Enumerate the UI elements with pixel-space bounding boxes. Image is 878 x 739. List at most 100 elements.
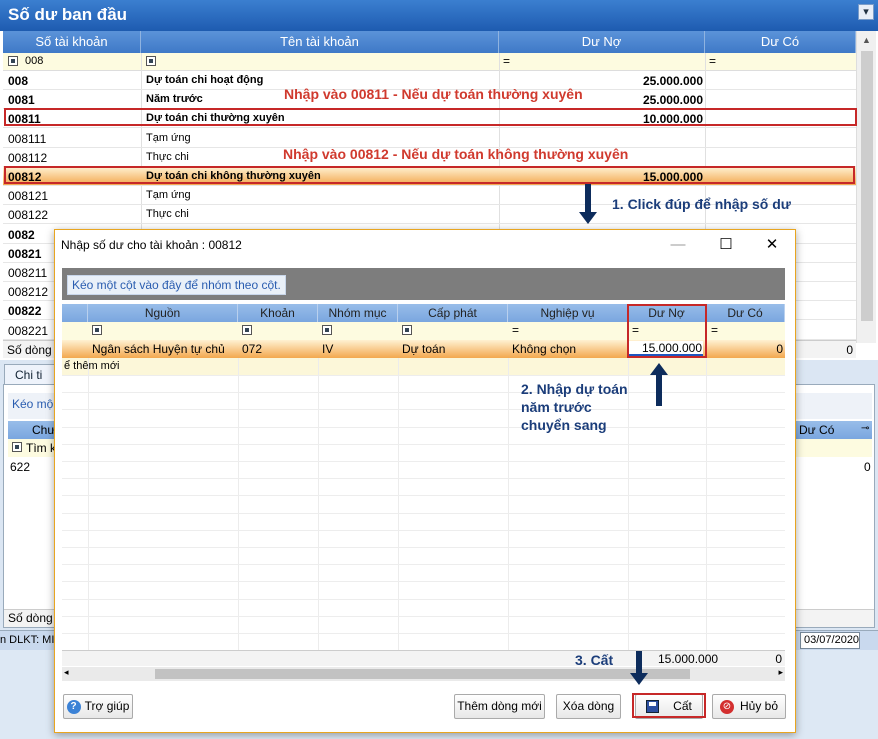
minimize-icon[interactable]: — <box>663 234 693 256</box>
col-header-account-name[interactable]: Tên tài khoản <box>141 31 499 53</box>
filter-operator-icon[interactable] <box>146 56 156 66</box>
group-by-area[interactable]: Kéo một cột vào đây để nhóm theo cột. <box>62 268 785 300</box>
filter-input-account-code[interactable]: 008 <box>25 55 43 67</box>
help-button[interactable]: ? Trợ giúp <box>63 694 133 719</box>
detail-row-value: 0 <box>864 460 871 474</box>
cell-account-code[interactable]: 00821 <box>8 247 41 261</box>
grid-line <box>62 409 785 410</box>
scrollbar-thumb[interactable] <box>155 669 690 679</box>
add-row-button[interactable]: Thêm dòng mới <box>454 694 545 719</box>
delete-row-button[interactable]: Xóa dòng <box>556 694 621 719</box>
cell-khoan[interactable]: 072 <box>242 342 262 356</box>
highlight-box-save <box>632 693 706 718</box>
detail-col-header: Chư <box>32 423 56 437</box>
cell-account-name[interactable]: Thực chi <box>146 208 189 220</box>
cell-account-code[interactable]: 00822 <box>8 304 41 318</box>
annotation-note-00812: Nhập vào 00812 - Nếu dự toán không thườn… <box>283 146 629 162</box>
cell-account-code[interactable]: 0082 <box>8 228 35 242</box>
grid-line <box>62 444 785 445</box>
col-header-nhom-muc[interactable]: Nhóm mục <box>318 304 398 322</box>
col-header-nghiep-vu[interactable]: Nghiệp vụ <box>508 304 628 322</box>
cell-account-name[interactable]: Tạm ứng <box>146 132 191 144</box>
annotation-step-1: 1. Click đúp để nhập số dư <box>612 196 791 212</box>
close-icon[interactable]: ✕ <box>757 234 787 256</box>
grid-line <box>62 513 785 514</box>
pin-icon[interactable]: ⊸ <box>861 423 869 434</box>
col-header-account-code[interactable]: Số tài khoản <box>3 31 141 53</box>
group-by-hint: Kéo một cột vào đây để nhóm theo cột. <box>67 275 286 295</box>
cell-account-name[interactable]: Thực chi <box>146 151 189 163</box>
col-header-credit[interactable]: Dư Có <box>705 31 856 53</box>
col-header-debit[interactable]: Dư Nợ <box>499 31 705 53</box>
footer-credit-total: 0 <box>775 652 782 666</box>
filter-operator-icon[interactable] <box>322 325 332 335</box>
grid-line <box>62 616 785 617</box>
detail-col-header-credit: Dư Có <box>799 423 835 437</box>
grid-line <box>62 478 785 479</box>
cell-account-code[interactable]: 0081 <box>8 93 35 107</box>
col-header-khoan[interactable]: Khoản <box>238 304 318 322</box>
detail-row-code: 622 <box>10 460 31 474</box>
cell-account-code[interactable]: 008221 <box>8 324 48 338</box>
equals-icon[interactable]: = <box>709 54 716 68</box>
annotation-step-3: 3. Cất <box>575 652 614 668</box>
cell-account-code[interactable]: 008 <box>8 74 28 88</box>
cell-account-name[interactable]: Tạm ứng <box>146 189 191 201</box>
horizontal-scrollbar[interactable]: ◂ ▸ <box>62 667 785 681</box>
arrow-down-icon <box>579 212 597 224</box>
cell-source[interactable]: Ngân sách Huyện tự chủ <box>92 342 225 356</box>
cancel-button[interactable]: ⊘ Hủy bỏ <box>712 694 786 719</box>
cell-account-code[interactable]: 008112 <box>8 151 47 165</box>
grid-line <box>62 375 785 376</box>
highlight-box-debit-column <box>627 304 707 358</box>
footer-credit-total: 0 <box>846 343 853 357</box>
cell-nhom-muc[interactable]: IV <box>322 342 333 356</box>
cell-debit[interactable]: 25.000.000 <box>643 93 703 107</box>
cell-nghiep-vu[interactable]: Không chọn <box>512 342 576 356</box>
filter-operator-icon[interactable] <box>8 56 18 66</box>
grid-line <box>62 581 785 582</box>
cancel-icon: ⊘ <box>719 699 734 714</box>
scroll-right-icon[interactable]: ▸ <box>778 667 783 678</box>
filter-row: 008 = = <box>3 53 856 71</box>
cell-account-code[interactable]: 008122 <box>8 208 48 222</box>
detail-filter-input[interactable]: Tìm k <box>26 441 56 455</box>
filter-operator-icon[interactable] <box>12 442 22 452</box>
new-row-hint[interactable]: ể thêm mới <box>62 358 785 375</box>
grid-line <box>62 633 785 634</box>
window-title: Số dư ban đầu <box>0 0 878 31</box>
vertical-scrollbar[interactable]: ▲ <box>856 31 876 343</box>
filter-operator-icon[interactable] <box>92 325 102 335</box>
equals-icon[interactable]: = <box>711 323 718 337</box>
scrollbar-thumb[interactable] <box>861 51 873 321</box>
grid-line <box>62 599 785 600</box>
input-balance-dialog: Nhập số dư cho tài khoản : 00812 — ☐ ✕ K… <box>54 229 796 733</box>
col-header-credit[interactable]: Dư Có <box>706 304 785 322</box>
scroll-up-icon[interactable]: ▲ <box>862 35 871 45</box>
cell-account-name[interactable]: Dự toán chi hoạt động <box>146 74 263 86</box>
annotation-note-00811: Nhập vào 00811 - Nếu dự toán thường xuyê… <box>284 86 583 102</box>
help-icon: ? <box>66 699 81 714</box>
filter-operator-icon[interactable] <box>402 325 412 335</box>
equals-icon[interactable]: = <box>503 54 510 68</box>
footer-debit-total: 15.000.000 <box>658 652 719 666</box>
col-header-source[interactable]: Nguồn <box>88 304 238 322</box>
col-header-cap-phat[interactable]: Cấp phát <box>398 304 508 322</box>
filter-operator-icon[interactable] <box>242 325 252 335</box>
cell-account-code[interactable]: 008211 <box>8 266 47 280</box>
maximize-icon[interactable]: ☐ <box>711 234 741 256</box>
cell-account-code[interactable]: 008121 <box>8 189 48 203</box>
help-button-label: Trợ giúp <box>84 699 130 713</box>
cell-credit[interactable]: 0 <box>776 342 783 356</box>
cell-account-code[interactable]: 008212 <box>8 285 48 299</box>
cell-debit[interactable]: 25.000.000 <box>643 74 703 88</box>
arrow-down-icon <box>585 184 591 214</box>
highlight-box-00811 <box>4 108 857 126</box>
cell-account-name[interactable]: Năm trước <box>146 93 203 105</box>
cell-account-code[interactable]: 008111 <box>8 132 46 146</box>
scroll-left-icon[interactable]: ◂ <box>64 667 69 678</box>
arrow-down-icon <box>630 673 648 685</box>
cell-cap-phat[interactable]: Dự toán <box>402 342 445 356</box>
equals-icon[interactable]: = <box>512 323 519 337</box>
dropdown-chevron-icon[interactable]: ▾ <box>858 4 874 20</box>
